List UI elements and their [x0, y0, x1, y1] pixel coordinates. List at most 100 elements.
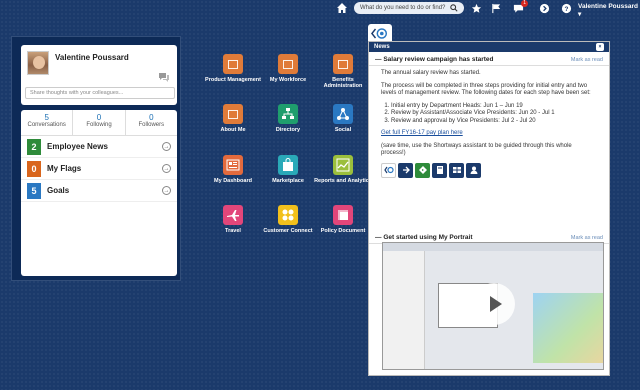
pay-plan-link[interactable]: Get full FY16-17 pay plan here: [381, 130, 463, 136]
document-icon: [333, 205, 353, 225]
app-label: About Me: [220, 127, 246, 133]
app-customer-connect[interactable]: Customer Connect: [258, 205, 318, 234]
app-directory[interactable]: Directory: [258, 104, 318, 133]
app-label: Benefits Administration: [323, 77, 363, 89]
news-item-title-text: Get started using My Portrait: [383, 234, 473, 241]
feed-count-badge: 0: [27, 160, 41, 177]
feed-label: Employee News: [47, 142, 108, 151]
shortways-logo-icon: [371, 27, 388, 39]
notification-badge: 1: [521, 0, 528, 7]
help-icon[interactable]: ?: [560, 2, 572, 14]
feed-item-goals[interactable]: 5 Goals →: [21, 180, 177, 202]
app-reports-analytics[interactable]: Reports and Analytics: [313, 155, 373, 184]
app-my-dashboard[interactable]: My Dashboard: [203, 155, 263, 184]
profile-panel: Valentine Poussard Share thoughts with y…: [12, 37, 180, 280]
news-header-title: News: [374, 44, 390, 50]
feed-item-my-flags[interactable]: 0 My Flags →: [21, 158, 177, 180]
stat-value: 0: [96, 113, 102, 122]
news-item-1-head[interactable]: — Salary review campaign has started Mar…: [369, 52, 609, 66]
app-policy-document[interactable]: Policy Document: [313, 205, 373, 234]
app-product-management[interactable]: Product Management: [203, 54, 263, 83]
app-travel[interactable]: Travel: [203, 205, 263, 234]
global-search-input[interactable]: What do you need to do or find?: [354, 2, 464, 14]
stat-value: 0: [149, 113, 154, 122]
close-icon[interactable]: ×: [596, 43, 604, 51]
stat-followers[interactable]: 0 Followers: [126, 110, 177, 135]
stat-label: Followers: [138, 122, 165, 128]
feed-count-badge: 2: [27, 138, 41, 155]
svg-text:?: ?: [564, 5, 568, 12]
stat-label: Following: [86, 122, 112, 128]
app-marketplace[interactable]: Marketplace: [258, 155, 318, 184]
app-label: Travel: [225, 228, 241, 234]
stat-label: Conversations: [27, 122, 66, 128]
news-box: News × — Salary review campaign has star…: [368, 41, 610, 376]
shortways-icon[interactable]: [538, 2, 550, 14]
feed-label: Goals: [47, 186, 70, 195]
forward-icon[interactable]: [415, 162, 430, 178]
share-thoughts-input[interactable]: Share thoughts with your colleagues...: [25, 87, 175, 99]
video-app-sidebar: [383, 251, 425, 369]
news-header: News ×: [369, 42, 609, 52]
search-placeholder: What do you need to do or find?: [360, 5, 446, 11]
video-app-header: [383, 243, 603, 251]
chat-icon[interactable]: [159, 73, 169, 82]
flag-icon[interactable]: [490, 2, 502, 14]
arrow-right-icon[interactable]: →: [162, 164, 171, 173]
news-paragraph: The annual salary review has started.: [381, 70, 481, 76]
feed-count-badge: 5: [27, 182, 41, 199]
play-icon[interactable]: [473, 283, 515, 325]
app-label: Directory: [275, 127, 301, 133]
app-social[interactable]: Social: [313, 104, 373, 133]
people-icon: [278, 205, 298, 225]
news-step: Review and approval by Vice Presidents: …: [391, 118, 597, 126]
action-toolbar: [381, 162, 597, 178]
news-toggle-tab[interactable]: [368, 24, 392, 42]
app-label: Policy Document: [320, 228, 366, 234]
stats-row: 5 Conversations 0 Following 0 Followers: [21, 110, 177, 136]
profile-name[interactable]: Valentine Poussard: [55, 53, 129, 62]
app-label: My Workforce: [269, 77, 307, 83]
profile-card: Valentine Poussard Share thoughts with y…: [21, 45, 177, 105]
mark-as-read-link[interactable]: Mark as read: [571, 235, 603, 241]
news-item-1-body: The annual salary review has started. Th…: [369, 66, 609, 182]
plane-icon: [223, 205, 243, 225]
app-about-me[interactable]: About Me: [203, 104, 263, 133]
home-icon[interactable]: [336, 2, 348, 14]
app-label: Marketplace: [272, 178, 304, 184]
user-menu-name: Valentine Poussard: [578, 3, 638, 10]
shortways-icon[interactable]: [381, 162, 396, 178]
folder-icon: [333, 54, 353, 74]
search-icon[interactable]: [450, 4, 458, 12]
user-icon[interactable]: [466, 162, 481, 178]
arrow-right-icon[interactable]: →: [162, 142, 171, 151]
user-menu[interactable]: Valentine Poussard ▾: [578, 3, 640, 18]
avatar[interactable]: [27, 51, 49, 75]
messages-icon[interactable]: 1: [512, 0, 528, 14]
news-panel: News × — Salary review campaign has star…: [368, 24, 610, 376]
chart-icon: [333, 155, 353, 175]
news-paragraph: The process will be completed in three s…: [381, 82, 591, 97]
folder-icon: [223, 54, 243, 74]
book-icon[interactable]: [432, 162, 447, 178]
video-player[interactable]: [382, 242, 604, 370]
video-app-map: [533, 293, 603, 363]
arrow-right-icon[interactable]: →: [162, 186, 171, 195]
mark-as-read-link[interactable]: Mark as read: [571, 57, 603, 63]
stat-following[interactable]: 0 Following: [73, 110, 126, 135]
app-benefits-administration[interactable]: Benefits Administration: [313, 54, 373, 89]
folder-icon: [223, 104, 243, 124]
news-item-title: — Salary review campaign has started: [375, 56, 494, 63]
folder-icon: [278, 54, 298, 74]
news-item-title: — Get started using My Portrait: [375, 234, 473, 241]
table-icon[interactable]: [449, 162, 464, 178]
arrow-icon[interactable]: [398, 162, 413, 178]
feed-label: My Flags: [47, 164, 82, 173]
stat-conversations[interactable]: 5 Conversations: [21, 110, 74, 135]
app-label: My Dashboard: [214, 178, 252, 184]
feed-item-employee-news[interactable]: 2 Employee News →: [21, 136, 177, 158]
star-icon[interactable]: [470, 2, 482, 14]
dashboard-icon: [223, 155, 243, 175]
app-my-workforce[interactable]: My Workforce: [258, 54, 318, 83]
bag-icon: [278, 155, 298, 175]
